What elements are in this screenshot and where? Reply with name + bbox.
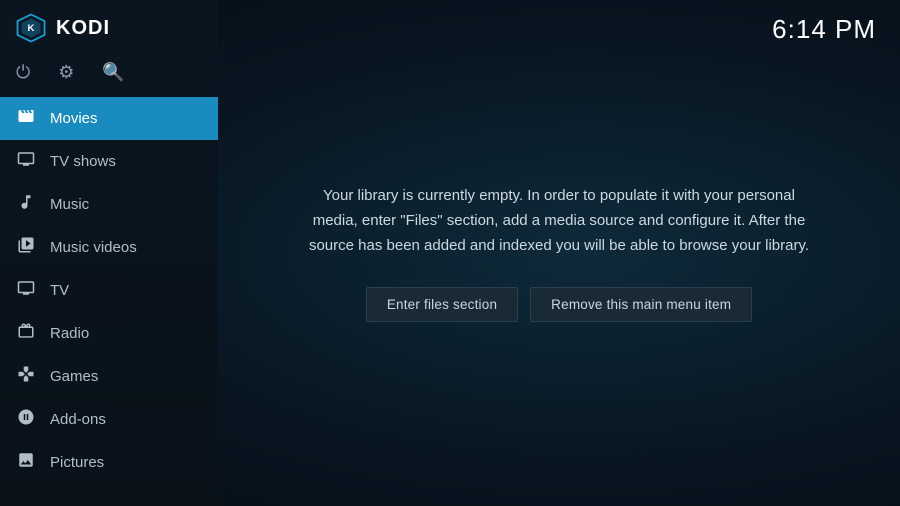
svg-text:K: K	[28, 23, 35, 34]
action-buttons: Enter files section Remove this main men…	[366, 287, 752, 322]
sidebar-label-musicvideos: Music videos	[50, 239, 137, 256]
search-icon[interactable]: 🔍	[102, 62, 124, 83]
sidebar-item-tv[interactable]: TV	[0, 269, 218, 312]
sidebar-label-pictures: Pictures	[50, 454, 104, 471]
movies-icon	[16, 107, 36, 130]
power-icon[interactable]: ⏻	[16, 62, 30, 83]
sidebar-item-tvshows[interactable]: TV shows	[0, 140, 218, 183]
sidebar-item-addons[interactable]: Add-ons	[0, 398, 218, 441]
livetv-icon	[16, 279, 36, 302]
remove-menu-item-button[interactable]: Remove this main menu item	[530, 287, 752, 322]
music-icon	[16, 193, 36, 216]
empty-library-message: Your library is currently empty. In orde…	[299, 184, 819, 258]
clock: 6:14 PM	[772, 14, 876, 45]
addons-icon	[16, 408, 36, 431]
sidebar-item-music[interactable]: Music	[0, 183, 218, 226]
games-icon	[16, 365, 36, 388]
enter-files-button[interactable]: Enter files section	[366, 287, 518, 322]
sidebar-label-tvshows: TV shows	[50, 153, 116, 170]
sidebar-label-radio: Radio	[50, 325, 89, 342]
sidebar-label-music: Music	[50, 196, 89, 213]
sidebar-item-games[interactable]: Games	[0, 355, 218, 398]
settings-icon[interactable]: ⚙	[58, 62, 74, 83]
radio-icon	[16, 322, 36, 345]
mvideo-icon	[16, 236, 36, 259]
sidebar-item-movies[interactable]: Movies	[0, 97, 218, 140]
main-content: Your library is currently empty. In orde…	[218, 0, 900, 506]
pictures-icon	[16, 451, 36, 474]
sidebar-item-musicvideos[interactable]: Music videos	[0, 226, 218, 269]
sidebar-item-radio[interactable]: Radio	[0, 312, 218, 355]
sidebar-label-games: Games	[50, 368, 98, 385]
top-controls: ⏻ ⚙ 🔍	[0, 56, 218, 97]
tv-icon	[16, 150, 36, 173]
sidebar-label-addons: Add-ons	[50, 411, 106, 428]
kodi-logo-icon: K	[16, 13, 46, 43]
nav-list: Movies TV shows Music Music videos TV Radio Ga…	[0, 97, 218, 484]
sidebar-label-tv: TV	[50, 282, 69, 299]
sidebar-label-movies: Movies	[50, 110, 98, 127]
app-title: KODI	[56, 17, 110, 40]
sidebar: K KODI ⏻ ⚙ 🔍 Movies TV shows Music Music vi…	[0, 0, 218, 506]
sidebar-item-pictures[interactable]: Pictures	[0, 441, 218, 484]
logo-area: K KODI	[0, 0, 218, 56]
